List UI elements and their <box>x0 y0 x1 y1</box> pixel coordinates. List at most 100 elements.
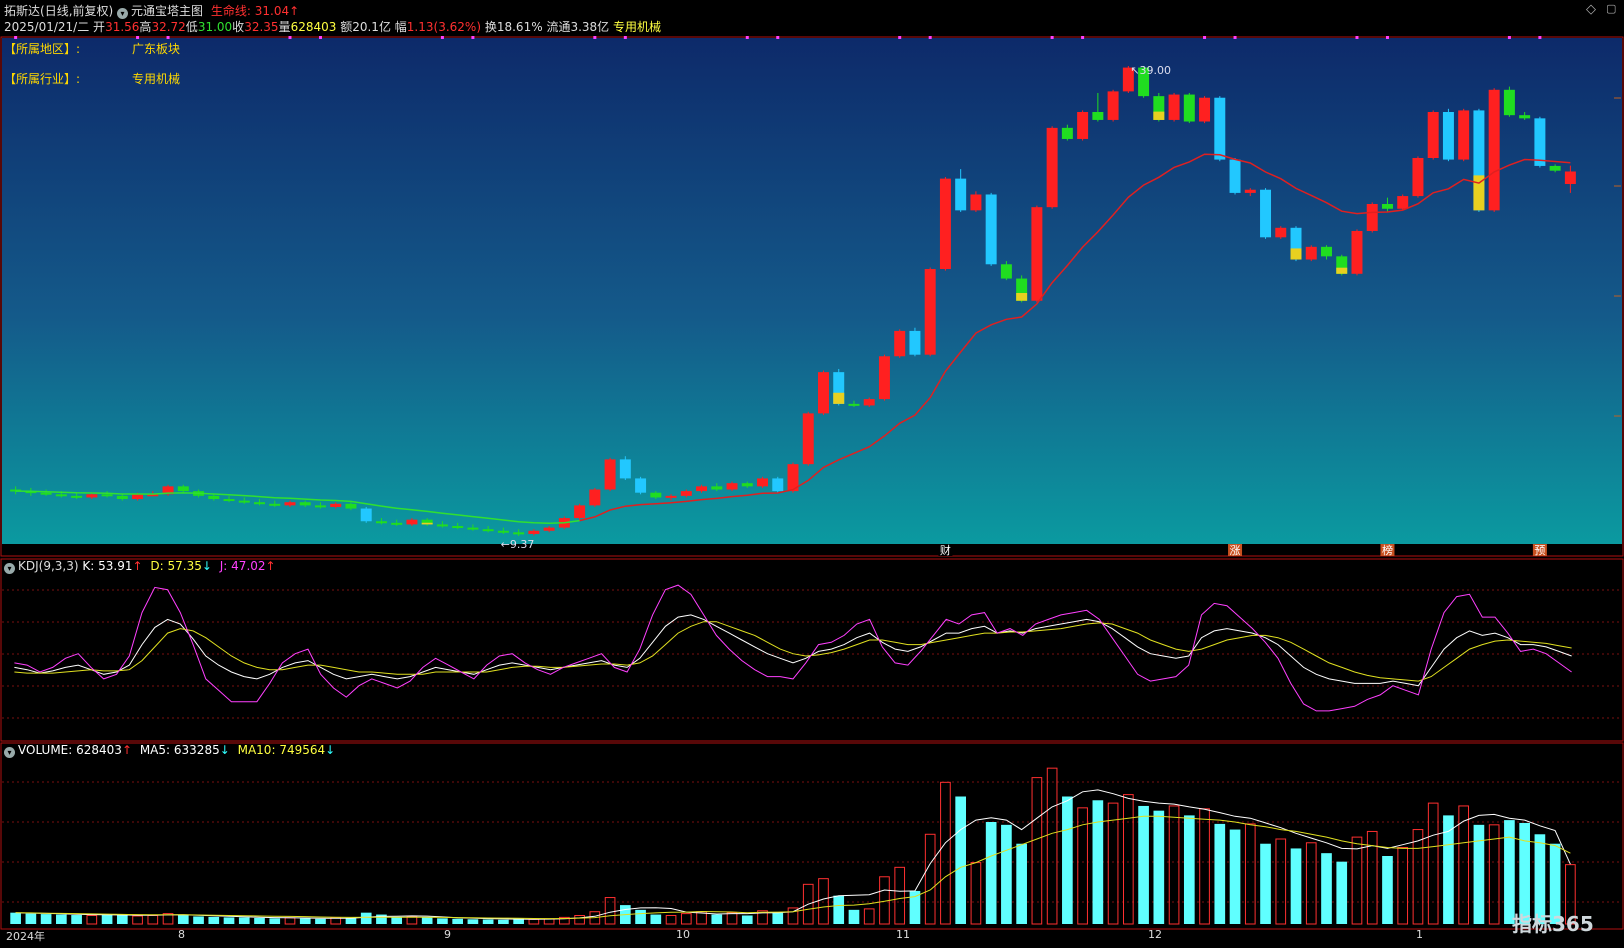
event-marker: 预 <box>1534 544 1545 557</box>
candle <box>1503 89 1515 116</box>
close-value: 32.35 <box>244 20 279 34</box>
diamond-icon[interactable]: ◇ <box>1586 2 1596 17</box>
kdj-menu-icon[interactable]: ▾ <box>4 563 15 574</box>
quote-bar: 2025/01/21/二 开31.56高32.72低31.00收32.35量62… <box>4 18 661 35</box>
kdj-d-arrow: ↓ <box>201 559 212 573</box>
kdj-d-label: D: <box>150 559 164 573</box>
volume-name[interactable]: VOLUME: <box>18 743 72 757</box>
candle <box>802 413 814 465</box>
candle-accent <box>421 522 433 525</box>
float-value: 3.38亿 <box>570 20 610 34</box>
candle <box>1397 196 1409 209</box>
candle <box>40 492 52 495</box>
volume-bar <box>1290 848 1302 924</box>
candle <box>635 478 647 493</box>
volume-bar <box>193 916 204 924</box>
candle <box>406 519 418 525</box>
top-tick <box>471 36 475 39</box>
volume-panel[interactable] <box>0 742 1624 930</box>
volume-bar <box>955 796 967 924</box>
candle <box>1275 227 1287 238</box>
top-tick <box>1385 36 1389 39</box>
volume-bar <box>238 917 250 924</box>
top-tick <box>593 36 597 39</box>
candle <box>878 356 890 400</box>
candle <box>1183 94 1195 122</box>
x-label-dec: 12 <box>1148 928 1162 941</box>
top-tick <box>745 36 749 39</box>
event-marker: 涨 <box>1230 544 1241 557</box>
candle-accent <box>1016 292 1028 301</box>
volume-bar <box>269 918 281 924</box>
stock-chart-window: 拓斯达(日线,前复权) ▾ 元通宝塔主图 生命线: 31.04↑ ◇ ▢ 2025… <box>0 0 1624 948</box>
candle <box>726 483 738 490</box>
volume-menu-icon[interactable]: ▾ <box>4 747 15 758</box>
volume-bar <box>299 918 311 924</box>
ma10-value: 749564 <box>279 743 326 757</box>
x-label-jan: 1 <box>1416 928 1423 941</box>
volume-bar <box>177 914 189 924</box>
volume-header: ▾ VOLUME: 628403↑ MA5: 633285↓ MA10: 7495… <box>4 743 335 758</box>
float-label: 流通 <box>546 20 571 34</box>
candle <box>574 505 586 519</box>
event-marker: 财 <box>940 543 951 557</box>
candle <box>269 503 281 506</box>
stock-name: 拓斯达 <box>4 4 41 18</box>
kdj-j-value: 47.02 <box>231 559 266 573</box>
vol-label: 量 <box>278 20 291 34</box>
volume-bar <box>1214 823 1226 924</box>
candle <box>1229 159 1241 193</box>
candle <box>86 494 98 498</box>
candle <box>1534 118 1546 166</box>
x-label-nov: 11 <box>896 928 910 941</box>
ma5-value: 633285 <box>173 743 220 757</box>
candle <box>1061 127 1073 139</box>
candle <box>696 486 708 492</box>
volume-bar <box>254 917 265 924</box>
vol-value: 628403 <box>290 20 337 34</box>
candle <box>132 494 144 500</box>
top-tick <box>1050 36 1054 39</box>
candle-accent <box>1153 111 1165 120</box>
candle <box>116 495 128 500</box>
high-price-mark: ↖39.00 <box>1130 64 1171 77</box>
open-value: 31.56 <box>105 20 140 34</box>
kdj-j-arrow: ↑ <box>265 559 276 573</box>
volume-bar <box>772 912 784 924</box>
candle <box>1244 189 1256 193</box>
volume-bar <box>1062 796 1073 924</box>
candle <box>1458 110 1470 160</box>
event-strip <box>2 544 1622 556</box>
candle <box>1321 246 1332 257</box>
volume-bar <box>1382 856 1393 924</box>
volume-bar <box>1138 805 1149 924</box>
volume-bar <box>437 918 448 924</box>
volume-bar <box>56 914 67 924</box>
high-value: 32.72 <box>151 20 186 34</box>
close-label: 收 <box>232 20 245 34</box>
x-label-sep: 9 <box>444 928 451 941</box>
industry-label: 【所属行业】: <box>4 72 81 86</box>
expand-icon[interactable]: ▢ <box>1606 2 1616 15</box>
kdj-name[interactable]: KDJ(9,3,3) <box>18 559 79 573</box>
candle <box>1077 112 1089 139</box>
volume-bar <box>391 917 403 924</box>
candle <box>985 194 997 265</box>
candle <box>314 505 326 508</box>
top-tick <box>623 36 627 39</box>
candle <box>589 489 601 506</box>
candle <box>894 330 906 357</box>
volume-bar <box>223 917 235 924</box>
volume-bar <box>711 914 723 924</box>
indicator-name[interactable]: 元通宝塔主图 <box>131 4 203 18</box>
candle <box>543 527 555 531</box>
high-label: 高 <box>139 20 152 34</box>
main-price-panel[interactable]: ↖39.00 ←9.37 财 涨 榜 预 <box>0 36 1624 558</box>
volume-bar <box>421 917 433 924</box>
volume-bar <box>452 918 463 924</box>
candle <box>452 526 464 529</box>
volume-bar <box>345 918 357 924</box>
kdj-panel[interactable] <box>0 558 1624 742</box>
top-tick <box>776 36 780 39</box>
candle-accent <box>1290 248 1302 260</box>
